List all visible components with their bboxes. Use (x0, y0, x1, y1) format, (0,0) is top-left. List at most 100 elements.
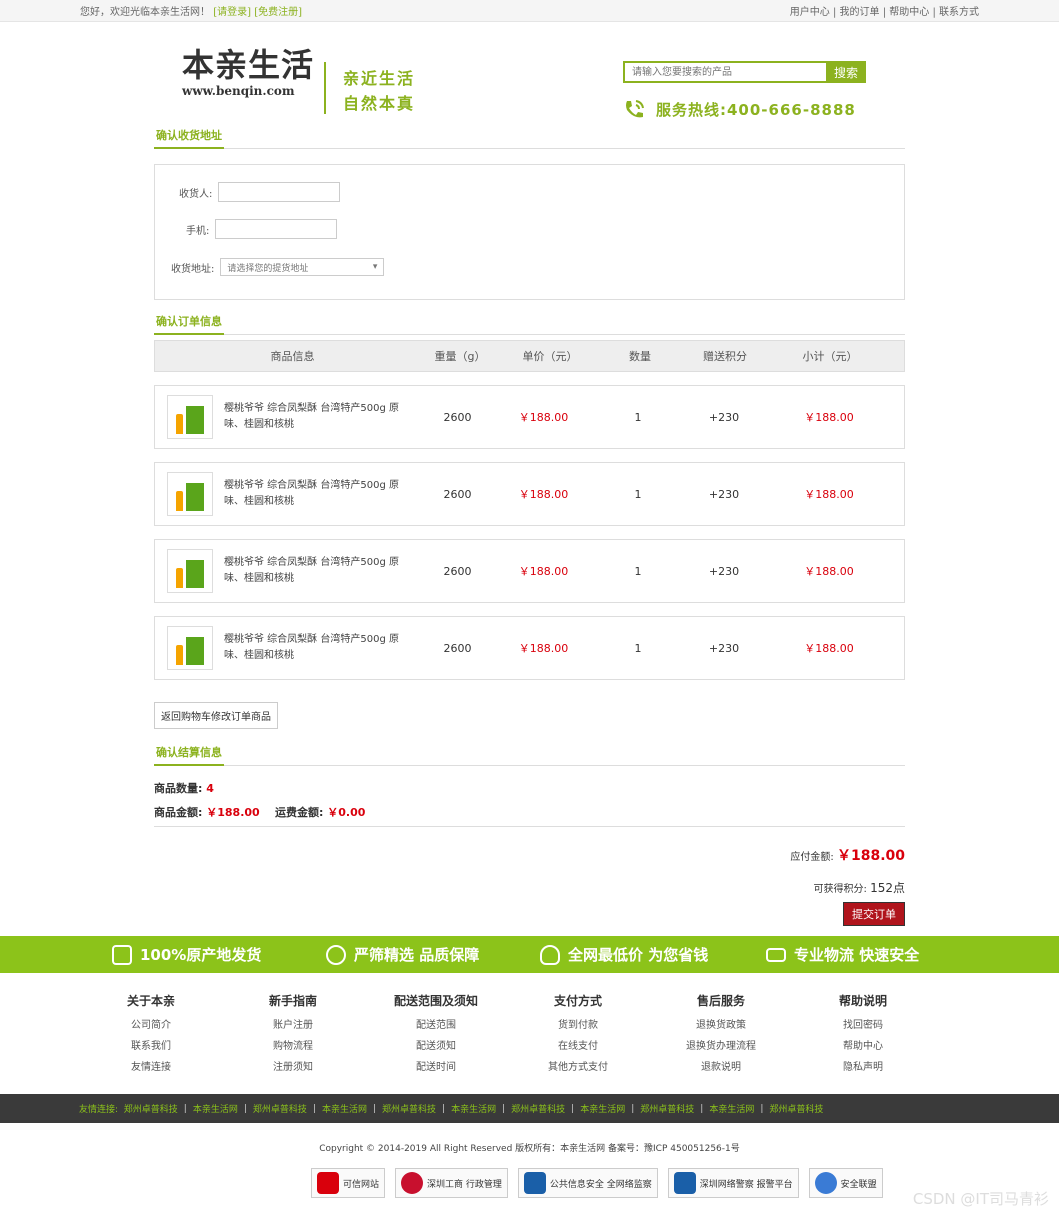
slogan-line-2: 自然本真 (343, 94, 416, 113)
quantity: 1 (634, 564, 642, 578)
order-row: 樱桃爷爷 综合凤梨酥 台湾特产500g 原味、桂圆和核桃 2600 ￥188.0… (154, 385, 905, 449)
help-link[interactable]: 注册须知 (243, 1057, 343, 1078)
product-info: 樱桃爷爷 综合凤梨酥 台湾特产500g 原味、桂圆和核桃 (155, 626, 430, 670)
product-name[interactable]: 樱桃爷爷 综合凤梨酥 台湾特产500g 原味、桂圆和核桃 (224, 478, 412, 510)
unit-price: ￥188.00 (518, 488, 569, 501)
help-link[interactable]: 货到付款 (528, 1015, 628, 1036)
friend-link[interactable]: 郑州卓普科技 (640, 1102, 694, 1115)
count-label: 商品数量: (154, 782, 203, 795)
friend-links-label: 友情连接: (79, 1105, 119, 1115)
help-link[interactable]: 配送时间 (376, 1057, 496, 1078)
quantity: 1 (634, 641, 642, 655)
item-count-line: 商品数量: 4 (154, 780, 905, 796)
phone-input[interactable] (215, 219, 338, 239)
friend-link[interactable]: 郑州卓普科技 (253, 1102, 307, 1115)
help-link[interactable]: 联系我们 (101, 1036, 201, 1057)
friend-link[interactable]: 本亲生活网 (193, 1102, 238, 1115)
emblem-icon (401, 1172, 424, 1194)
help-link[interactable]: 友情连接 (101, 1057, 201, 1078)
address-placeholder: 请选择您的提货地址 (227, 263, 309, 274)
help-link[interactable]: 隐私声明 (813, 1057, 913, 1078)
top-links: 用户中心 | 我的订单 | 帮助中心 | 联系方式 (789, 7, 979, 18)
payable-value: ￥188.00 (836, 848, 905, 864)
logo-divider (324, 62, 326, 114)
weight: 2600 (443, 410, 472, 424)
hotline-text: 服务热线:400-666-8888 (656, 100, 856, 119)
address-select[interactable]: 请选择您的提货地址 ▾ (220, 258, 385, 276)
contact-link[interactable]: 联系方式 (939, 7, 979, 18)
weight: 2600 (443, 564, 472, 578)
business-admin-badge[interactable]: 深圳工商 行政管理 (395, 1168, 508, 1198)
submit-order-button[interactable]: 提交订单 (843, 902, 905, 926)
search-input[interactable] (623, 61, 826, 83)
product-name[interactable]: 樱桃爷爷 综合凤梨酥 台湾特产500g 原味、桂圆和核桃 (224, 632, 412, 664)
site-logo[interactable]: 本亲生活 www.benqin.com (182, 40, 314, 98)
order-section: 确认订单信息 商品信息 重量（g） 单价（元） 数量 赠送积分 小计（元） 樱桃… (154, 313, 905, 729)
help-col-aftersale: 售后服务 退换货政策 退换货办理流程 退款说明 (671, 992, 771, 1078)
help-link[interactable]: 在线支付 (528, 1036, 628, 1057)
friend-link[interactable]: 郑州卓普科技 (382, 1102, 436, 1115)
help-link[interactable]: 账户注册 (243, 1015, 343, 1036)
receiver-label: 收货人: (179, 188, 213, 200)
search-button[interactable]: 搜索 (826, 61, 866, 83)
help-link[interactable]: 购物流程 (243, 1036, 343, 1057)
product-image[interactable] (167, 549, 213, 593)
friend-link[interactable]: 本亲生活网 (322, 1102, 367, 1115)
network-security-badge[interactable]: 公共信息安全 全网络监察 (517, 1168, 658, 1198)
product-name[interactable]: 樱桃爷爷 综合凤梨酥 台湾特产500g 原味、桂圆和核桃 (224, 401, 412, 433)
product-image[interactable] (167, 395, 213, 439)
help-link[interactable]: 退换货政策 (671, 1015, 771, 1036)
friend-link[interactable]: 本亲生活网 (451, 1102, 496, 1115)
col-points: 赠送积分 (703, 350, 747, 363)
help-link[interactable]: 配送须知 (376, 1036, 496, 1057)
security-alliance-badge[interactable]: 安全联盟 (808, 1168, 883, 1198)
amount-line: 商品金额: ￥188.00 运费金额: ￥0.00 (154, 804, 905, 827)
col-weight: 重量（g） (434, 350, 486, 363)
logo-name: 本亲生活 (182, 46, 315, 84)
product-info: 樱桃爷爷 综合凤梨酥 台湾特产500g 原味、桂圆和核桃 (155, 549, 430, 593)
subtotal: ￥188.00 (804, 488, 854, 501)
top-bar: 您好，欢迎光临本亲生活网！ [请登录] [免费注册] 用户中心 | 我的订单 |… (0, 0, 1059, 22)
help-link[interactable]: 帮助中心 (813, 1036, 913, 1057)
product-image[interactable] (167, 472, 213, 516)
my-orders-link[interactable]: 我的订单 (840, 7, 880, 18)
points-value: 152点 (870, 881, 905, 895)
weight: 2600 (443, 641, 472, 655)
welcome-text: 您好，欢迎光临本亲生活网！ (80, 7, 210, 18)
points: +230 (708, 487, 740, 501)
help-link[interactable]: 退换货办理流程 (671, 1036, 771, 1057)
help-link[interactable]: 退款说明 (671, 1057, 771, 1078)
trusted-site-icon (317, 1172, 339, 1194)
help-link[interactable]: 公司简介 (101, 1015, 201, 1036)
friend-link[interactable]: 郑州卓普科技 (769, 1102, 823, 1115)
order-row: 樱桃爷爷 综合凤梨酥 台湾特产500g 原味、桂圆和核桃 2600 ￥188.0… (154, 616, 905, 680)
friend-link[interactable]: 本亲生活网 (580, 1102, 625, 1115)
help-link[interactable]: 其他方式支付 (528, 1057, 628, 1078)
band-item-origin: 100%原产地发货 (112, 944, 261, 965)
friend-link[interactable]: 郑州卓普科技 (124, 1102, 178, 1115)
shipping-value: ￥0.00 (327, 806, 366, 819)
help-center-link[interactable]: 帮助中心 (889, 7, 929, 18)
trust-badges: 可信网站 深圳工商 行政管理 公共信息安全 全网络监察 深圳网络警察 报警平台 … (311, 1168, 883, 1198)
subtotal: ￥188.00 (804, 642, 854, 655)
product-image[interactable] (167, 626, 213, 670)
login-link[interactable]: [请登录] (213, 7, 251, 18)
help-link[interactable]: 配送范围 (376, 1015, 496, 1036)
police-report-badge[interactable]: 深圳网络警察 报警平台 (667, 1168, 799, 1198)
unit-price: ￥188.00 (518, 565, 569, 578)
register-link[interactable]: [免费注册] (254, 7, 302, 18)
friend-link[interactable]: 郑州卓普科技 (511, 1102, 565, 1115)
product-name[interactable]: 樱桃爷爷 综合凤梨酥 台湾特产500g 原味、桂圆和核桃 (224, 555, 412, 587)
friend-link[interactable]: 本亲生活网 (709, 1102, 754, 1115)
trusted-site-badge[interactable]: 可信网站 (311, 1168, 386, 1198)
points: +230 (708, 641, 740, 655)
watermark: CSDN @IT司马青衫 (912, 1190, 1049, 1208)
weight: 2600 (443, 487, 472, 501)
receiver-input[interactable] (218, 182, 341, 202)
back-to-cart-button[interactable]: 返回购物车修改订单商品 (154, 702, 278, 729)
shield-check-icon (814, 1172, 837, 1194)
address-title: 确认收货地址 (154, 127, 905, 149)
help-link[interactable]: 找回密码 (813, 1015, 913, 1036)
points: +230 (708, 410, 740, 424)
user-center-link[interactable]: 用户中心 (790, 7, 830, 18)
